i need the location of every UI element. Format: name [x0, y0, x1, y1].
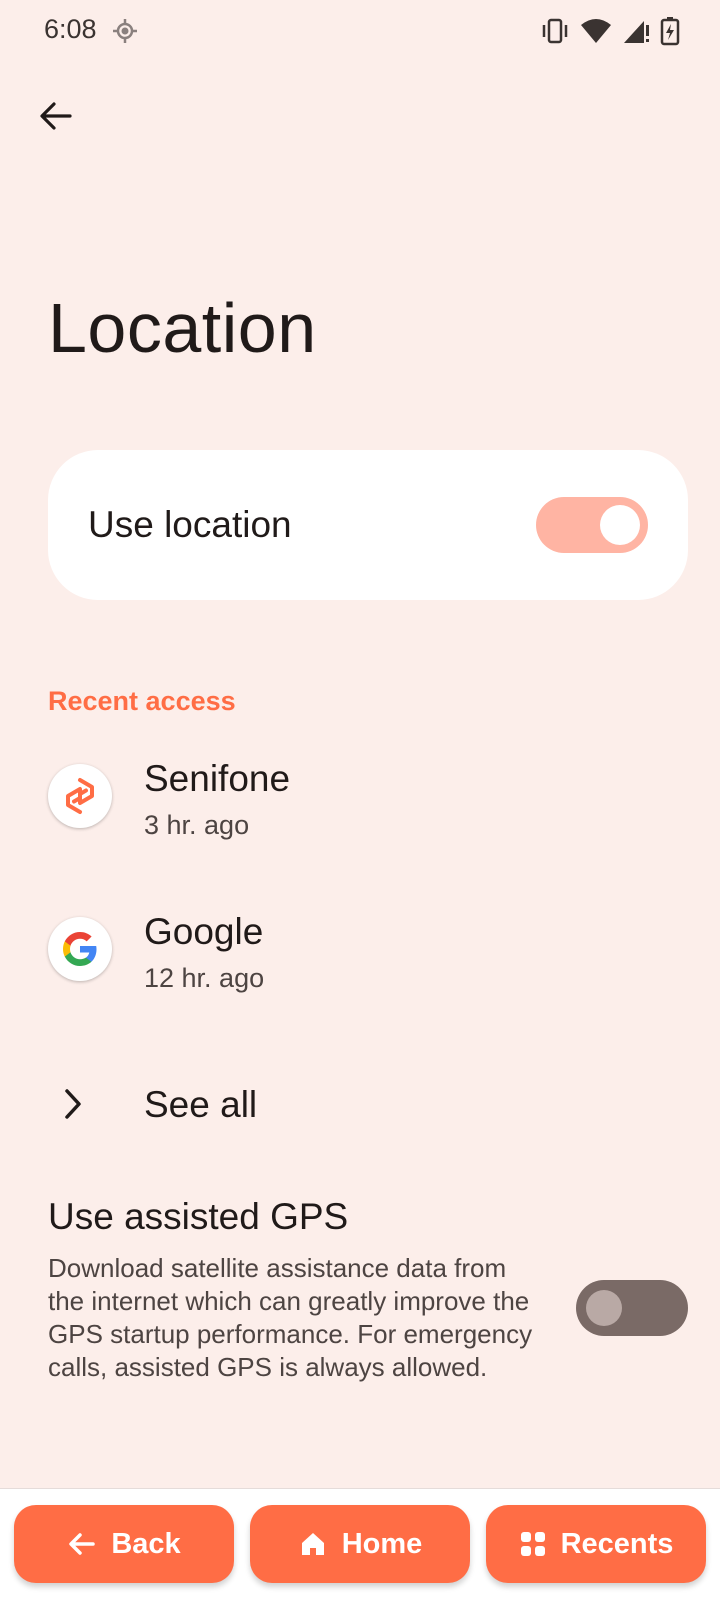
chevron-right-icon [65, 1089, 81, 1119]
status-time: 6:08 [44, 14, 97, 44]
assisted-gps-item[interactable]: Use assisted GPS Download satellite assi… [0, 1196, 720, 1416]
assisted-gps-title: Use assisted GPS [48, 1196, 349, 1237]
app-access-time: 12 hr. ago [144, 963, 265, 993]
switch-thumb [586, 1290, 622, 1326]
arrow-left-icon [69, 1533, 96, 1555]
status-bar: 6:08 [0, 0, 720, 62]
home-icon [301, 1533, 324, 1555]
recents-grid-icon [520, 1532, 545, 1556]
app-name: Google [144, 911, 264, 952]
use-location-label: Use location [88, 504, 292, 545]
battery-charging-icon [660, 16, 680, 46]
app-access-time: 3 hr. ago [144, 810, 250, 840]
nav-home-button[interactable]: Home [250, 1505, 470, 1583]
see-all-label: See all [144, 1084, 258, 1125]
recent-app-item-google[interactable]: Google 12 hr. ago [0, 889, 720, 1009]
vibrate-icon [540, 17, 570, 45]
nav-recents-label: Recents [560, 1527, 674, 1560]
nav-back-button[interactable]: Back [14, 1505, 234, 1583]
recent-access-header: Recent access [48, 686, 236, 716]
bottom-navigation: Back Home Recents [0, 1488, 720, 1600]
assisted-gps-description: Download satellite assistance data from … [48, 1253, 533, 1382]
switch-thumb [600, 505, 640, 545]
google-icon [48, 917, 112, 981]
arrow-left-icon [40, 102, 72, 130]
signal-icon [622, 17, 650, 45]
page-title: Location [48, 289, 317, 367]
back-arrow-button[interactable] [32, 92, 80, 140]
senifone-icon [48, 764, 112, 828]
wifi-icon [580, 17, 612, 45]
use-location-switch[interactable] [536, 497, 648, 553]
use-location-card[interactable]: Use location [48, 450, 688, 600]
see-all-row[interactable]: See all [0, 1060, 720, 1150]
nav-back-label: Back [111, 1527, 181, 1560]
status-icons [540, 16, 680, 46]
assisted-gps-switch[interactable] [576, 1280, 688, 1336]
location-active-icon [112, 18, 138, 44]
nav-home-label: Home [341, 1527, 423, 1560]
nav-recents-button[interactable]: Recents [486, 1505, 706, 1583]
recent-app-item-senifone[interactable]: Senifone 3 hr. ago [0, 736, 720, 856]
app-name: Senifone [144, 758, 291, 799]
